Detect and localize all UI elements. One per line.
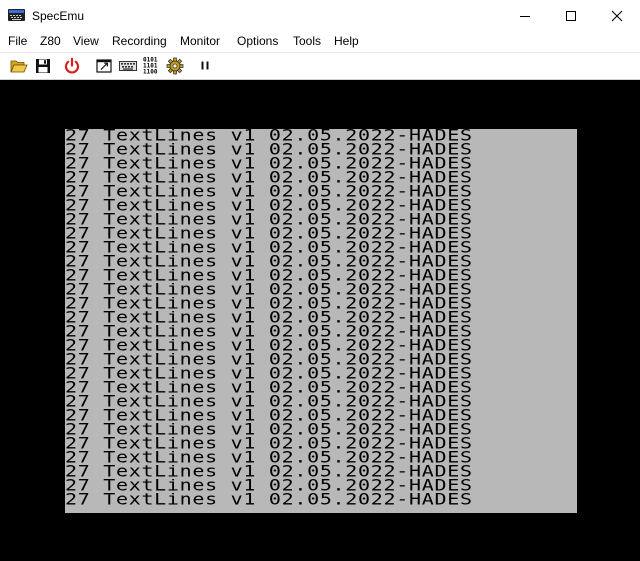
screen-text-line: 27 TextLines v1 02.05.2022-HADES	[65, 479, 473, 491]
screen-text-line: 27 TextLines v1 02.05.2022-HADES	[65, 367, 473, 379]
binary-row-3: 1100	[143, 69, 158, 76]
minimize-icon	[520, 16, 530, 17]
emulator-paper-area[interactable]: 27 TextLines v1 02.05.2022-HADES 27 TextL…	[65, 129, 577, 513]
menu-bar: File Z80 View Recording Monitor Options …	[0, 31, 640, 51]
open-button[interactable]	[9, 56, 29, 76]
menu-monitor[interactable]: Monitor	[180, 33, 220, 49]
screen-text-line: 27 TextLines v1 02.05.2022-HADES	[65, 213, 473, 225]
gear-settings-icon	[166, 57, 184, 75]
menu-file[interactable]: File	[8, 33, 27, 49]
screen-text-line: 27 TextLines v1 02.05.2022-HADES	[65, 325, 473, 337]
close-button[interactable]	[594, 0, 640, 31]
screen-text-line: 27 TextLines v1 02.05.2022-HADES	[65, 283, 473, 295]
window-resize-icon	[96, 59, 112, 73]
power-icon	[64, 57, 80, 74]
menu-recording[interactable]: Recording	[112, 33, 167, 49]
screen-text-line: 27 TextLines v1 02.05.2022-HADES	[65, 409, 473, 421]
binary-display-button[interactable]: 0101 1101 1100	[142, 56, 162, 76]
maximize-button[interactable]	[548, 0, 594, 31]
screen-text-line: 27 TextLines v1 02.05.2022-HADES	[65, 255, 473, 267]
save-disk-icon	[36, 59, 50, 73]
screen-text-line: 27 TextLines v1 02.05.2022-HADES	[65, 395, 473, 407]
menu-view[interactable]: View	[73, 33, 99, 49]
window-title: SpecEmu	[32, 9, 85, 23]
screen-text-line: 27 TextLines v1 02.05.2022-HADES	[65, 493, 473, 505]
open-folder-icon	[10, 60, 28, 73]
title-bar: SpecEmu	[0, 0, 640, 31]
screen-text-lines: 27 TextLines v1 02.05.2022-HADES 27 TextL…	[65, 129, 577, 507]
screen-text-line: 27 TextLines v1 02.05.2022-HADES	[65, 311, 473, 323]
screen-text-line: 27 TextLines v1 02.05.2022-HADES	[65, 199, 473, 211]
menu-help[interactable]: Help	[334, 33, 359, 49]
screen-text-line: 27 TextLines v1 02.05.2022-HADES	[65, 129, 473, 141]
screen-text-line: 27 TextLines v1 02.05.2022-HADES	[65, 143, 473, 155]
screen-text-line: 27 TextLines v1 02.05.2022-HADES	[65, 451, 473, 463]
screen-text-line: 27 TextLines v1 02.05.2022-HADES	[65, 381, 473, 393]
screen-text-line: 27 TextLines v1 02.05.2022-HADES	[65, 423, 473, 435]
app-icon	[8, 7, 25, 23]
menu-tools[interactable]: Tools	[293, 33, 321, 49]
pause-button[interactable]	[195, 56, 215, 76]
minimize-button[interactable]	[502, 0, 548, 31]
screen-text-line: 27 TextLines v1 02.05.2022-HADES	[65, 465, 473, 477]
power-button[interactable]	[62, 56, 82, 76]
binary-display-icon: 0101 1101 1100	[143, 57, 158, 76]
screen-text-line: 27 TextLines v1 02.05.2022-HADES	[65, 269, 473, 281]
keyboard-button[interactable]	[118, 56, 138, 76]
screen-text-line: 27 TextLines v1 02.05.2022-HADES	[65, 339, 473, 351]
resize-window-button[interactable]	[94, 56, 114, 76]
screen-text-line: 27 TextLines v1 02.05.2022-HADES	[65, 241, 473, 253]
settings-button[interactable]	[165, 56, 185, 76]
screen-text-line: 27 TextLines v1 02.05.2022-HADES	[65, 227, 473, 239]
screen-text-line: 27 TextLines v1 02.05.2022-HADES	[65, 171, 473, 183]
pause-icon	[201, 61, 209, 70]
keyboard-icon	[119, 61, 137, 71]
save-button[interactable]	[33, 56, 53, 76]
toolbar: 0101 1101 1100	[0, 52, 640, 79]
maximize-icon	[566, 11, 576, 21]
screen-text-line: 27 TextLines v1 02.05.2022-HADES	[65, 157, 473, 169]
screen-text-line: 27 TextLines v1 02.05.2022-HADES	[65, 297, 473, 309]
emulator-screen-border[interactable]: 27 TextLines v1 02.05.2022-HADES 27 TextL…	[0, 80, 640, 561]
screen-text-line: 27 TextLines v1 02.05.2022-HADES	[65, 437, 473, 449]
close-icon	[611, 10, 623, 22]
screen-text-line: 27 TextLines v1 02.05.2022-HADES	[65, 185, 473, 197]
screen-text-line: 27 TextLines v1 02.05.2022-HADES	[65, 353, 473, 365]
menu-options[interactable]: Options	[237, 33, 278, 49]
menu-z80[interactable]: Z80	[40, 33, 61, 49]
